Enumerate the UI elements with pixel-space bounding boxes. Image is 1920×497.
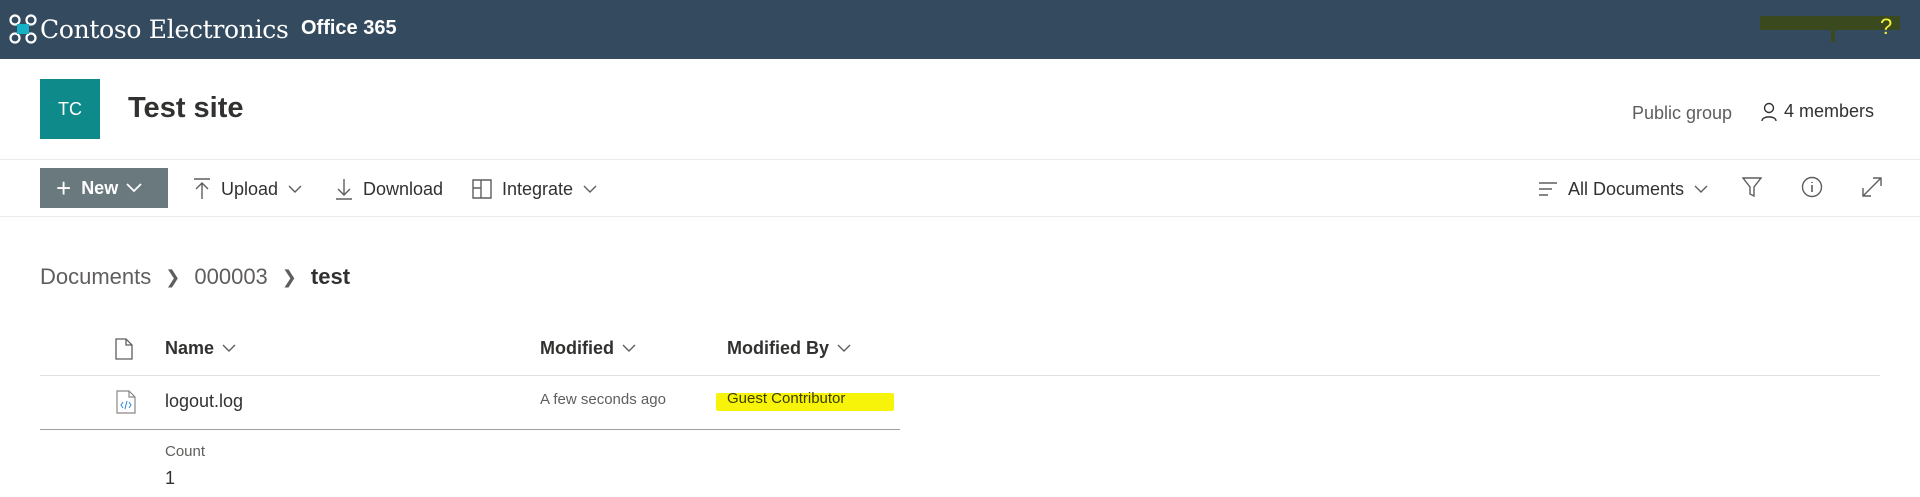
redaction-mark-tick — [1831, 26, 1835, 42]
download-label: Download — [363, 178, 444, 199]
site-logo[interactable]: TC — [40, 79, 100, 139]
expand-icon[interactable] — [1861, 176, 1883, 198]
info-icon[interactable] — [1801, 176, 1823, 198]
column-modified-label: Modified — [540, 338, 614, 358]
members-button[interactable]: 4 members — [1760, 101, 1874, 122]
upload-icon — [194, 178, 210, 199]
contoso-logo-icon — [9, 14, 37, 44]
help-button[interactable]: ? — [1880, 14, 1892, 40]
redaction-mark — [1760, 16, 1900, 30]
row-divider — [40, 429, 900, 430]
code-file-icon — [116, 390, 136, 414]
integrate-label: Integrate — [502, 178, 574, 199]
office-365-link[interactable]: Office 365 — [301, 17, 397, 40]
new-button[interactable]: + New — [40, 168, 168, 208]
download-icon — [336, 179, 352, 200]
file-type-icon[interactable] — [115, 338, 133, 360]
chevron-down-icon — [222, 344, 236, 352]
integrate-icon — [472, 179, 492, 199]
modified-cell: A few seconds ago — [540, 391, 666, 408]
column-header-name[interactable]: Name — [165, 338, 236, 359]
column-header-modified-by[interactable]: Modified By — [727, 338, 851, 359]
breadcrumb-item-documents[interactable]: Documents — [40, 264, 151, 290]
filter-icon[interactable] — [1742, 176, 1762, 198]
column-name-label: Name — [165, 338, 215, 358]
chevron-down-icon — [837, 344, 851, 352]
brand[interactable]: Contoso Electronics — [8, 13, 289, 45]
breadcrumb-item-000003[interactable]: 000003 — [194, 264, 267, 290]
commandbar-divider — [0, 216, 1920, 217]
chevron-right-icon: ❯ — [165, 266, 181, 287]
brand-name: Contoso Electronics — [40, 14, 289, 44]
header-divider — [0, 159, 1920, 160]
download-button[interactable]: Download — [335, 176, 443, 202]
chevron-down-icon — [1694, 185, 1708, 193]
plus-icon: + — [56, 173, 72, 203]
chevron-down-icon — [126, 183, 142, 193]
chevron-down-icon — [288, 185, 302, 193]
members-count: 4 members — [1784, 101, 1875, 121]
new-label: New — [81, 177, 119, 198]
breadcrumb: Documents ❯ 000003 ❯ test — [40, 264, 350, 290]
upload-label: Upload — [221, 178, 279, 199]
breadcrumb-item-current: test — [310, 264, 351, 289]
integrate-button[interactable]: Integrate — [472, 176, 597, 202]
chevron-down-icon — [583, 185, 597, 193]
count-label: Count — [165, 443, 206, 460]
count-value: 1 — [165, 468, 176, 488]
chevron-right-icon: ❯ — [281, 266, 297, 287]
site-title[interactable]: Test site — [128, 92, 244, 125]
view-label: All Documents — [1568, 178, 1685, 199]
column-header-modified[interactable]: Modified — [540, 338, 636, 359]
chevron-down-icon — [622, 344, 636, 352]
header-row-divider — [40, 375, 1880, 376]
file-name-link[interactable]: logout.log — [165, 391, 243, 412]
lines-icon — [1539, 182, 1557, 196]
column-modified-by-label: Modified By — [727, 338, 829, 358]
view-switcher[interactable]: All Documents — [1538, 176, 1708, 202]
group-type-label: Public group — [1632, 103, 1733, 123]
suite-bar: Contoso Electronics Office 365 ? — [0, 0, 1920, 59]
person-icon — [1761, 102, 1777, 121]
upload-button[interactable]: Upload — [193, 176, 302, 202]
modified-by-link[interactable]: Guest Contributor — [727, 390, 845, 407]
